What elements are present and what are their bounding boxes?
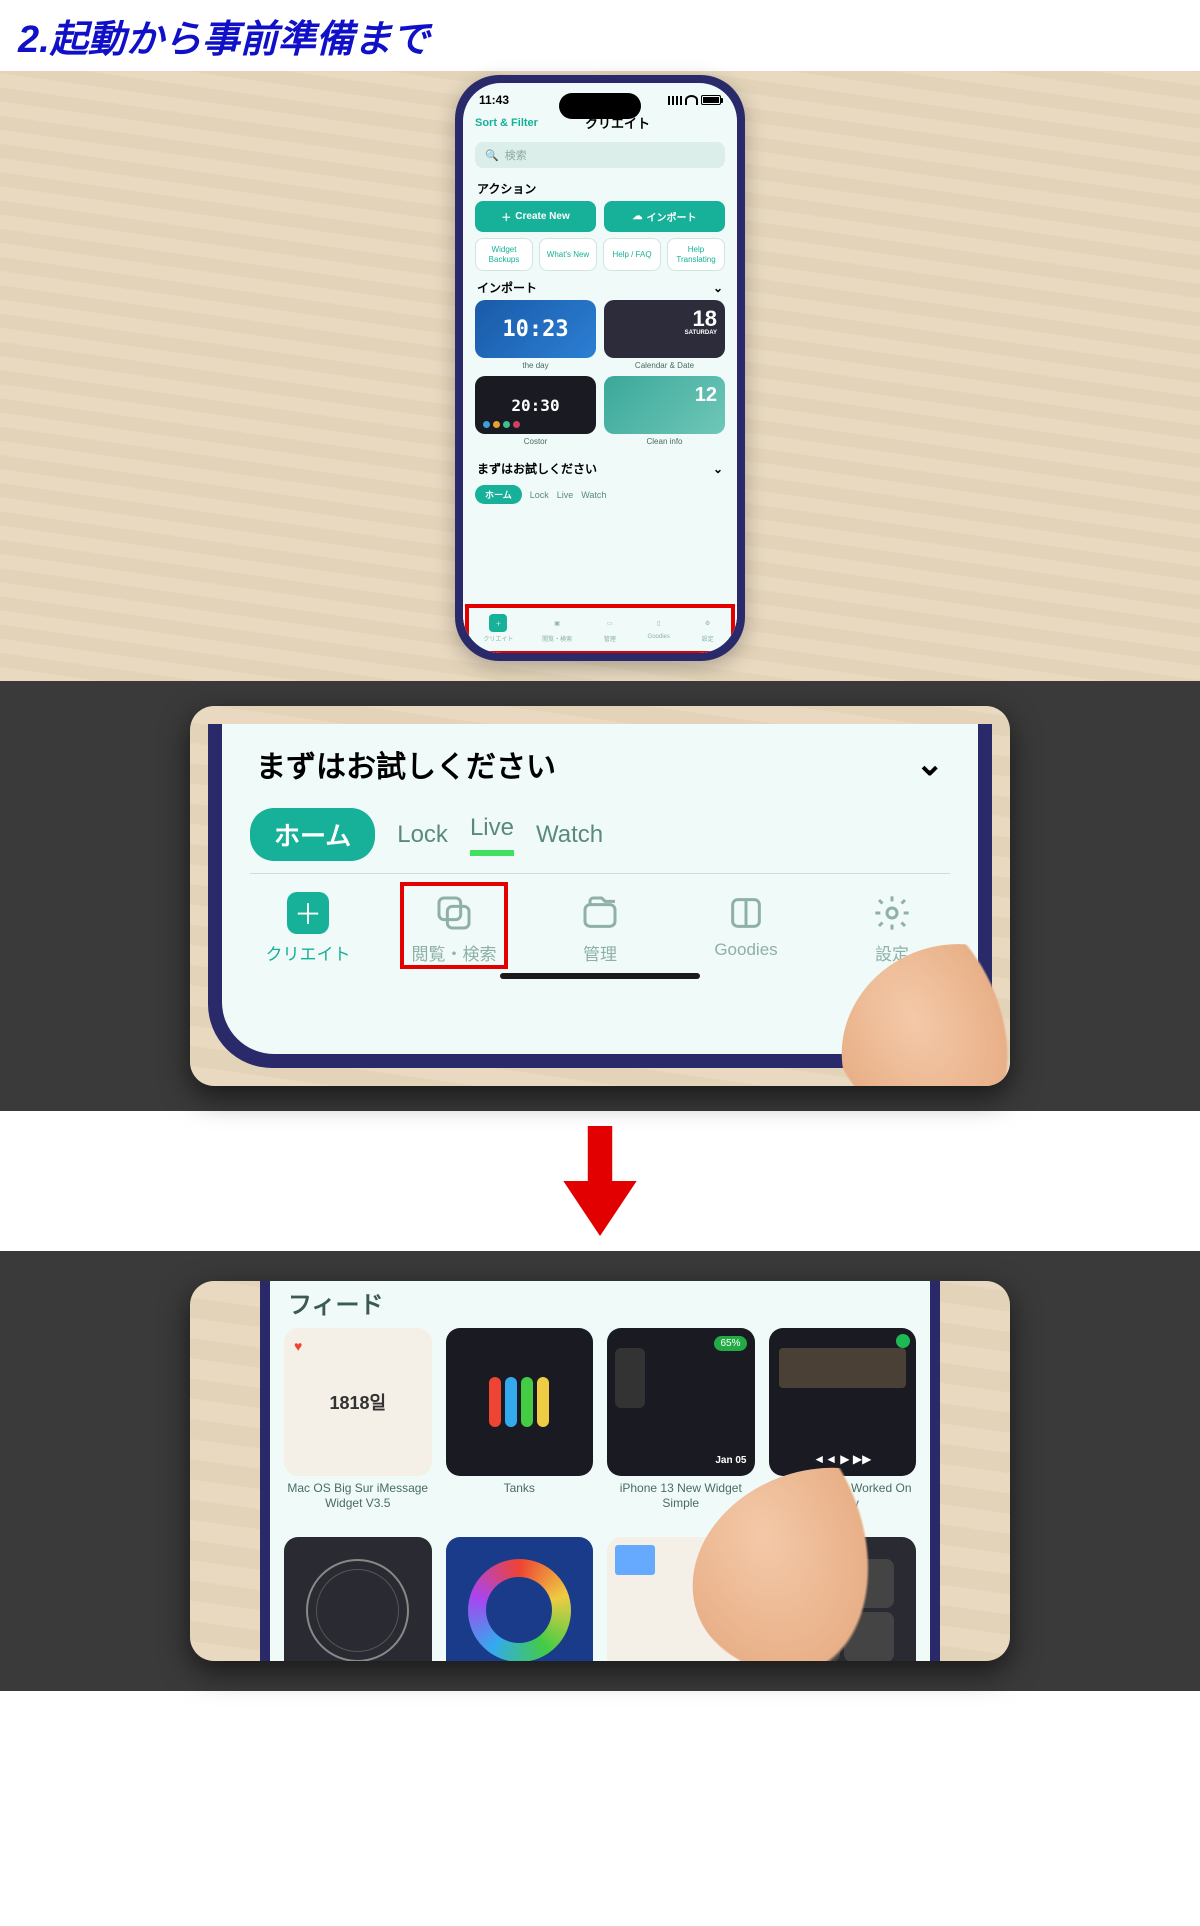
- feed-item-label: Mac OS Big Sur iMessage Widget V3.5: [284, 1481, 432, 1523]
- chevron-down-icon[interactable]: ⌄: [916, 744, 945, 784]
- widget-clean-info[interactable]: 12 Clean info: [604, 376, 725, 446]
- widget-label: Costor: [524, 437, 548, 446]
- search-icon: 🔍: [485, 149, 499, 162]
- panel-1-desk: 11:43 Sort & Filter クリエイト 🔍 検索 アクション: [0, 71, 1200, 681]
- feed-item[interactable]: Rainbow Clock 2: [446, 1537, 594, 1662]
- search-input[interactable]: 🔍 検索: [475, 142, 725, 168]
- nav-create[interactable]: ＋ クリエイト: [260, 892, 356, 965]
- nav-manage[interactable]: 管理: [552, 892, 648, 965]
- whats-new-button[interactable]: What's New: [539, 238, 597, 271]
- tab-live[interactable]: Live: [470, 814, 514, 856]
- widget-time: 10:23: [502, 317, 568, 342]
- plus-icon: ＋: [287, 892, 329, 934]
- feed-item-label: Tanks: [504, 1481, 535, 1523]
- section-heading: 2.起動から事前準備まで: [0, 0, 1200, 71]
- panel-2-zoom: まずはお試しください ⌄ SEPMo Tu We ホーム Lock Live W…: [0, 681, 1200, 1111]
- goodies-icon: [725, 892, 767, 934]
- wifi-icon: [685, 95, 698, 105]
- tab-watch[interactable]: Watch: [581, 490, 606, 500]
- bottom-tab-bar: ＋クリエイト ▣閲覧・検索 ▭管理 ▯Goodies ⚙設定: [463, 605, 737, 653]
- tab-live[interactable]: Live: [557, 490, 574, 500]
- status-time: 11:43: [479, 93, 509, 107]
- create-new-button[interactable]: ＋Create New: [475, 201, 596, 232]
- gear-icon: [871, 892, 913, 934]
- section-try-header: まずはお試しください: [477, 460, 597, 477]
- section-action-header: アクション: [463, 174, 737, 201]
- tab-home[interactable]: ホーム: [475, 485, 522, 504]
- search-placeholder: 検索: [505, 147, 527, 163]
- feed-title: フィード: [284, 1283, 916, 1328]
- widget-label: the day: [522, 361, 548, 370]
- widget-costor[interactable]: 20:30 Costor: [475, 376, 596, 446]
- tab-home[interactable]: ホーム: [250, 808, 375, 861]
- phone-frame: 11:43 Sort & Filter クリエイト 🔍 検索 アクション: [455, 75, 745, 661]
- help-translating-button[interactable]: Help Translating: [667, 238, 725, 271]
- feed-item[interactable]: Transparent Clock: [284, 1537, 432, 1662]
- feed-item[interactable]: 65%Jan 05 iPhone 13 New Widget Simple: [607, 1328, 755, 1523]
- panel-3-feed: フィード ♥1818일 Mac OS Big Sur iMessage Widg…: [0, 1251, 1200, 1691]
- battery-icon: [701, 95, 721, 105]
- down-arrow: [0, 1111, 1200, 1251]
- folder-icon: [579, 892, 621, 934]
- widget-label: Clean info: [646, 437, 682, 446]
- bottom-tab-bar: ＋ クリエイト 閲覧・検索 管理 Goodies: [250, 873, 950, 973]
- phone-screen: 11:43 Sort & Filter クリエイト 🔍 検索 アクション: [463, 83, 737, 653]
- tab-lock[interactable]: Lock: [530, 490, 549, 500]
- widget-calendar-date[interactable]: 18SATURDAY Calendar & Date: [604, 300, 725, 370]
- highlight-box: [400, 882, 508, 969]
- widget-label: Calendar & Date: [635, 361, 694, 370]
- widget-backups-button[interactable]: Widget Backups: [475, 238, 533, 271]
- dynamic-island: [559, 93, 641, 119]
- widget-time: 20:30: [511, 396, 559, 415]
- import-icon: ☁: [633, 211, 643, 222]
- section-import-header: インポート: [477, 279, 537, 296]
- highlight-box: [465, 604, 735, 653]
- help-faq-button[interactable]: Help / FAQ: [603, 238, 661, 271]
- chevron-down-icon[interactable]: ⌄: [713, 462, 723, 476]
- tab-lock[interactable]: Lock: [397, 821, 448, 849]
- signal-icon: [668, 96, 682, 105]
- import-button[interactable]: ☁インポート: [604, 201, 725, 232]
- feed-item[interactable]: Tanks: [446, 1328, 594, 1523]
- widget-the-day[interactable]: 10:23 the day: [475, 300, 596, 370]
- try-header: まずはお試しください: [256, 742, 556, 786]
- chevron-down-icon[interactable]: ⌄: [713, 281, 723, 295]
- tab-watch[interactable]: Watch: [536, 821, 603, 849]
- feed-item[interactable]: ♥1818일 Mac OS Big Sur iMessage Widget V3…: [284, 1328, 432, 1523]
- home-indicator: [500, 973, 700, 979]
- nav-goodies[interactable]: Goodies: [698, 892, 794, 965]
- plus-icon: ＋: [501, 209, 511, 224]
- nav-browse[interactable]: 閲覧・検索: [406, 892, 502, 965]
